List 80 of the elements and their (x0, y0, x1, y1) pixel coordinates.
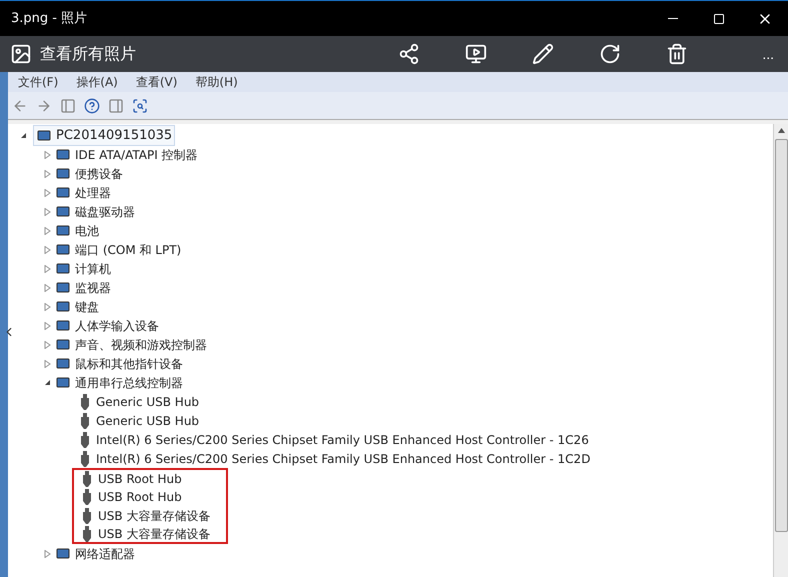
device-category[interactable]: 网络适配器 (75, 544, 135, 562)
usb-plug-icon (80, 412, 90, 428)
device-icon (55, 186, 71, 200)
device-category[interactable]: 电池 (75, 222, 99, 240)
usb-plug-icon (82, 526, 92, 542)
usb-plug-icon (82, 470, 92, 486)
device-category[interactable]: 处理器 (75, 184, 111, 202)
share-icon[interactable] (398, 43, 420, 65)
device-category[interactable]: 计算机 (75, 260, 111, 278)
device-icon (55, 318, 71, 332)
device-category[interactable]: 键盘 (75, 298, 99, 316)
device-icon (55, 338, 71, 352)
device-icon (55, 224, 71, 238)
expand-triangle-icon[interactable] (44, 208, 51, 216)
usb-device[interactable]: USB 大容量存储设备 (98, 506, 210, 524)
expand-triangle-icon[interactable] (44, 550, 51, 558)
collapse-triangle-icon[interactable] (44, 379, 51, 386)
device-category[interactable]: IDE ATA/ATAPI 控制器 (75, 146, 198, 164)
slideshow-icon[interactable] (465, 43, 487, 65)
usb-device[interactable]: Intel(R) 6 Series/C200 Series Chipset Family USB Enhanced Host Controller - 1C26 (96, 430, 589, 448)
expand-triangle-icon[interactable] (44, 360, 51, 368)
usb-device[interactable]: USB Root Hub (98, 488, 182, 506)
device-icon (55, 300, 71, 314)
collapse-triangle-icon[interactable] (20, 132, 27, 139)
device-icon (55, 376, 71, 390)
usb-plug-icon (82, 488, 92, 504)
delete-icon[interactable] (666, 43, 688, 65)
back-to-photos-button[interactable]: 查看所有照片 (10, 42, 136, 66)
device-category[interactable]: 鼠标和其他指针设备 (75, 354, 183, 372)
expand-triangle-icon[interactable] (44, 150, 51, 158)
maximize-icon (713, 12, 725, 24)
device-icon (55, 280, 71, 294)
device-category[interactable]: 磁盘驱动器 (75, 202, 135, 220)
usb-device[interactable]: Intel(R) 6 Series/C200 Series Chipset Family USB Enhanced Host Controller - 1C2D (96, 450, 590, 468)
expand-triangle-icon[interactable] (44, 284, 51, 292)
menu-item[interactable]: 查看(V) (136, 73, 178, 91)
expand-triangle-icon[interactable] (44, 264, 51, 272)
device-icon (55, 204, 71, 218)
usb-device[interactable]: Generic USB Hub (96, 412, 200, 430)
device-icon (55, 166, 71, 180)
minimize-icon (668, 18, 678, 19)
usb-plug-icon (82, 508, 92, 524)
panel-icon[interactable] (60, 98, 76, 114)
device-icon (55, 356, 71, 370)
device-category[interactable]: 人体学输入设备 (75, 316, 159, 334)
panel-icon[interactable] (108, 98, 124, 114)
device-icon (55, 262, 71, 276)
usb-plug-icon (80, 450, 90, 466)
help-icon[interactable] (84, 98, 100, 114)
device-icon (36, 128, 52, 142)
menu-item[interactable]: 帮助(H) (195, 73, 238, 91)
device-icon (55, 546, 71, 560)
rotate-icon[interactable] (599, 43, 621, 65)
expand-triangle-icon[interactable] (44, 302, 51, 310)
window-title: 3.png - 照片 (11, 10, 88, 28)
menu-item[interactable]: 操作(A) (76, 73, 118, 91)
device-category[interactable]: 便携设备 (75, 164, 123, 182)
device-icon (55, 242, 71, 256)
more-button[interactable]: ... (762, 44, 774, 64)
usb-plug-icon (80, 394, 90, 410)
expand-triangle-icon[interactable] (44, 226, 51, 234)
pencil-icon[interactable] (532, 43, 554, 65)
expand-triangle-icon[interactable] (44, 246, 51, 254)
device-category[interactable]: 端口 (COM 和 LPT) (75, 240, 182, 258)
device-category[interactable]: 监视器 (75, 278, 111, 296)
scan-icon[interactable] (132, 98, 148, 114)
device-category[interactable]: 通用串行总线控制器 (75, 374, 183, 392)
photo-icon (10, 43, 32, 65)
expand-triangle-icon[interactable] (44, 322, 51, 330)
usb-plug-icon (80, 432, 90, 448)
device-category[interactable]: 声音、视频和游戏控制器 (75, 336, 207, 354)
usb-device[interactable]: Generic USB Hub (96, 392, 200, 410)
scroll-up-icon (778, 128, 784, 133)
expand-triangle-icon[interactable] (44, 188, 51, 196)
scrollbar[interactable] (773, 124, 788, 577)
menu-item[interactable]: 文件(F) (18, 73, 58, 91)
computer-node[interactable]: PC201409151035 (33, 124, 176, 146)
expand-triangle-icon[interactable] (44, 340, 51, 348)
expand-triangle-icon[interactable] (44, 170, 51, 178)
device-icon (55, 148, 71, 162)
